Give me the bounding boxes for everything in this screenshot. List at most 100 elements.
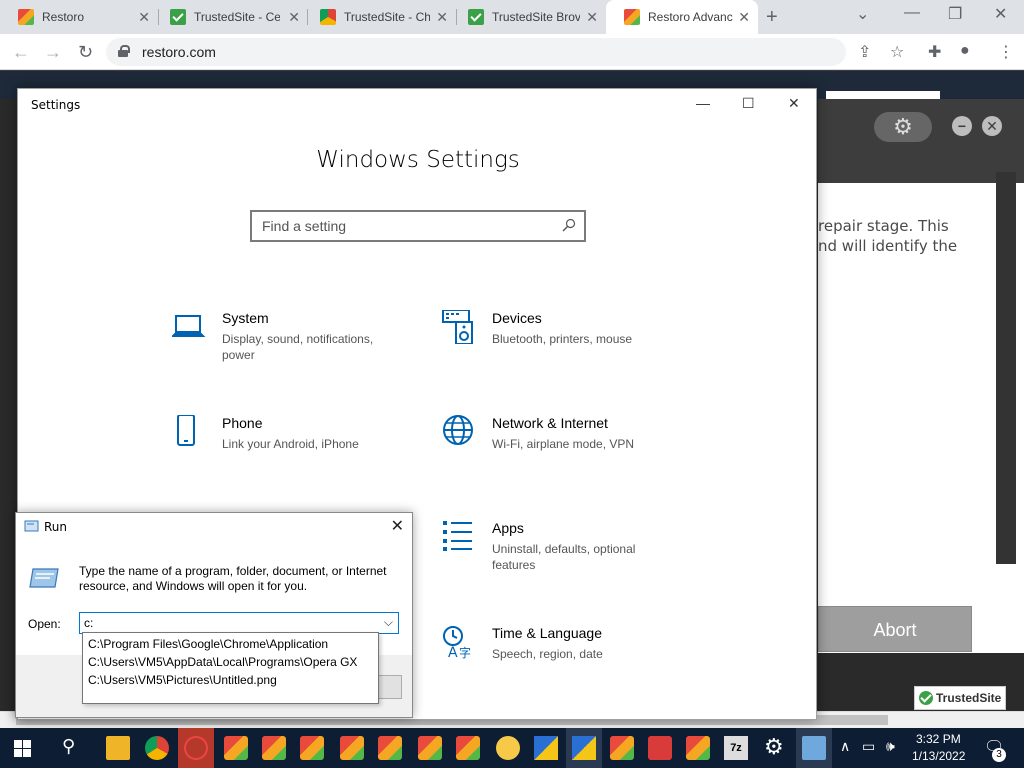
- share-icon[interactable]: ⇪: [858, 42, 871, 62]
- address-bar[interactable]: restoro.com: [106, 38, 846, 66]
- browser-tab-trustedsite-ch[interactable]: TrustedSite - Ch ✕: [302, 0, 456, 34]
- restoro-icon[interactable]: [378, 736, 402, 760]
- trustedsite-badge[interactable]: TrustedSite: [914, 686, 1006, 710]
- chrome-icon[interactable]: [145, 736, 169, 760]
- restoro-icon[interactable]: [610, 736, 634, 760]
- abort-button[interactable]: Abort: [818, 606, 972, 652]
- settings-category-system[interactable]: System Display, sound, notifications, po…: [172, 310, 432, 370]
- restore-icon[interactable]: ❐: [948, 4, 962, 24]
- browser-tab-restoro[interactable]: Restoro ✕: [0, 0, 158, 34]
- app-icon[interactable]: [648, 736, 672, 760]
- open-label: Open:: [28, 617, 61, 631]
- profile-avatar-icon[interactable]: ●: [960, 42, 970, 60]
- settings-category-time-language[interactable]: A 字 Time & Language Speech, region, date: [442, 625, 702, 685]
- clock-time[interactable]: 3:32 PM: [916, 732, 961, 746]
- back-arrow-icon[interactable]: ←: [12, 42, 30, 62]
- browser-tab-trustedsite-brov[interactable]: TrustedSite Brov ✕: [450, 0, 606, 34]
- extensions-puzzle-icon[interactable]: ✚: [928, 42, 941, 62]
- tab-label: TrustedSite Brov: [492, 10, 580, 24]
- settings-category-network[interactable]: Network & Internet Wi-Fi, airplane mode,…: [442, 415, 702, 475]
- open-input[interactable]: [84, 615, 364, 631]
- settings-category-devices[interactable]: Devices Bluetooth, printers, mouse: [442, 310, 702, 370]
- category-name: Network & Internet: [492, 415, 608, 431]
- app-icon[interactable]: [496, 736, 520, 760]
- opera-icon[interactable]: [184, 736, 208, 760]
- notification-count-badge: 3: [992, 748, 1006, 762]
- category-name: Devices: [492, 310, 542, 326]
- close-icon[interactable]: ✕: [391, 516, 404, 536]
- close-circle-icon[interactable]: ✕: [982, 116, 1002, 136]
- phone-icon: [177, 415, 195, 446]
- close-icon[interactable]: ✕: [738, 9, 750, 25]
- autocomplete-item[interactable]: C:\Users\VM5\Pictures\Untitled.png: [83, 671, 378, 689]
- new-tab-plus-icon[interactable]: +: [766, 6, 778, 29]
- category-description: Bluetooth, printers, mouse: [492, 332, 633, 346]
- page-body-text: repair stage. This: [818, 217, 949, 235]
- minimize-circle-icon[interactable]: −: [952, 116, 972, 136]
- restoro-icon[interactable]: [262, 736, 286, 760]
- browser-tab-trustedsite-ce[interactable]: TrustedSite - Ce ✕: [152, 0, 308, 34]
- settings-search-box[interactable]: [250, 210, 586, 242]
- page-header-bar: [826, 91, 940, 99]
- run-program-icon: [29, 568, 59, 588]
- forward-arrow-icon[interactable]: →: [44, 42, 62, 62]
- restoro-icon: [624, 9, 640, 25]
- minimize-icon[interactable]: —: [696, 95, 710, 111]
- chrome-icon: [320, 9, 336, 25]
- svg-text:字: 字: [459, 645, 471, 659]
- window-title: Settings: [31, 98, 81, 112]
- browser-tab-restoro-advanced[interactable]: Restoro Advanc ✕: [606, 0, 758, 34]
- lock-icon[interactable]: [118, 45, 130, 57]
- restoro-icon[interactable]: [224, 736, 248, 760]
- minimize-icon[interactable]: —: [904, 4, 920, 22]
- trustedsite-icon: [468, 9, 484, 25]
- chevron-up-icon[interactable]: ∧: [840, 738, 850, 755]
- browser-toolbar: ← → ↻ restoro.com ⇪ ☆ ✚ ● ⋮: [0, 34, 1024, 70]
- search-icon[interactable]: [562, 218, 576, 232]
- restoro-icon[interactable]: [686, 736, 710, 760]
- category-description: Uninstall, defaults, optional features: [492, 542, 636, 572]
- gear-icon[interactable]: ⚙: [764, 734, 784, 760]
- run-app-icon[interactable]: [802, 736, 826, 760]
- tab-search-chevron-icon[interactable]: ⌄: [856, 4, 869, 24]
- settings-category-apps[interactable]: Apps Uninstall, defaults, optional featu…: [442, 520, 702, 580]
- clock-date[interactable]: 1/13/2022: [912, 749, 965, 763]
- close-icon[interactable]: ✕: [586, 9, 598, 25]
- restoro-icon[interactable]: [340, 736, 364, 760]
- shield-icon[interactable]: [534, 736, 558, 760]
- category-name: System: [222, 310, 269, 326]
- search-icon[interactable]: ⚲: [62, 736, 75, 757]
- search-input[interactable]: [260, 216, 550, 236]
- trustedsite-icon: [170, 9, 186, 25]
- tab-label: Restoro: [42, 10, 85, 24]
- autocomplete-item[interactable]: C:\Users\VM5\AppData\Local\Programs\Oper…: [83, 653, 378, 671]
- bookmark-star-icon[interactable]: ☆: [890, 42, 904, 62]
- close-icon[interactable]: ✕: [288, 9, 300, 25]
- network-icon[interactable]: ▭: [862, 738, 875, 755]
- restoro-icon[interactable]: [418, 736, 442, 760]
- close-icon[interactable]: ✕: [138, 9, 150, 25]
- shield-icon[interactable]: [572, 736, 596, 760]
- devices-icon: [442, 310, 473, 344]
- autocomplete-dropdown: C:\Program Files\Google\Chrome\Applicati…: [82, 632, 379, 704]
- autocomplete-item[interactable]: C:\Program Files\Google\Chrome\Applicati…: [83, 635, 378, 653]
- maximize-icon[interactable]: ☐: [742, 95, 755, 112]
- gear-icon[interactable]: ⚙: [874, 112, 932, 142]
- reload-icon[interactable]: ↻: [78, 42, 93, 62]
- page-scrollbar[interactable]: [996, 172, 1016, 564]
- seven-zip-icon[interactable]: 7z: [724, 736, 748, 760]
- chevron-down-icon[interactable]: ⌵: [384, 615, 393, 630]
- menu-kebab-icon[interactable]: ⋮: [998, 42, 1014, 62]
- restoro-icon[interactable]: [456, 736, 480, 760]
- settings-category-phone[interactable]: Phone Link your Android, iPhone: [172, 415, 432, 475]
- open-combobox[interactable]: ⌵: [79, 612, 399, 634]
- page-body-text: nd will identify the: [818, 237, 958, 255]
- close-icon[interactable]: ✕: [436, 9, 448, 25]
- windows-start-icon[interactable]: [14, 740, 31, 757]
- close-window-icon[interactable]: ✕: [994, 4, 1007, 24]
- restoro-icon[interactable]: [300, 736, 324, 760]
- close-icon[interactable]: ✕: [788, 95, 800, 112]
- file-explorer-icon[interactable]: [106, 736, 130, 760]
- volume-icon[interactable]: 🕪: [886, 738, 895, 755]
- browser-tab-strip: Restoro ✕ TrustedSite - Ce ✕ TrustedSite…: [0, 0, 1024, 34]
